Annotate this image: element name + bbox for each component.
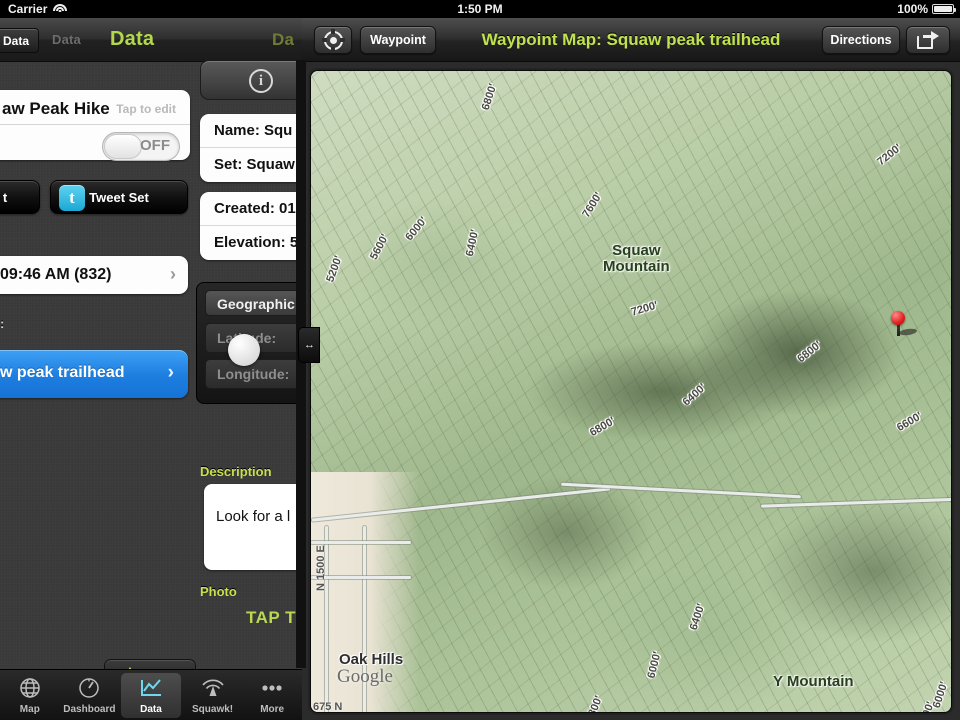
detail-row-name[interactable]: Name: Squ [200, 114, 306, 148]
toggle-label: OFF [140, 137, 170, 154]
pane-resize-handle[interactable]: ↔ [298, 327, 320, 363]
tab-data[interactable]: Data [121, 673, 181, 718]
google-attribution: Google [337, 666, 393, 687]
description-text: Look for a l [216, 508, 291, 525]
app-root: Carrier 1:50 PM 100% Data Data Data Da a… [0, 0, 960, 720]
session-time-row[interactable]: 09:46 AM (832) › [0, 256, 188, 294]
detail-set-text: Set: Squaw [214, 156, 295, 173]
topographic-map[interactable]: 6800' 7200' 7600' 6000' 5600' 6400' 5200' 7200'… [310, 70, 952, 713]
waypoint-button-label: Waypoint [370, 33, 426, 47]
nav-title-ghost-a: Data [52, 32, 81, 47]
center-on-location-button[interactable] [314, 26, 352, 54]
status-bar-clock: 1:50 PM [457, 2, 503, 16]
set-title-card[interactable]: aw Peak Hike Tap to edit OFF [0, 90, 190, 161]
directions-button-label: Directions [830, 33, 892, 47]
bottom-tab-bar: Map Dashboard Data Squawk! More [0, 669, 302, 720]
map-place-label: Y Mountain [773, 673, 854, 690]
tab-more[interactable]: More [242, 670, 302, 720]
longitude-row[interactable]: Longitude: [205, 359, 306, 389]
left-nav-bar: Data Data Data Da [0, 18, 302, 62]
crosshair-target-icon [321, 28, 345, 52]
map-pane: Waypoint Waypoint Map: Squaw peak trailh… [302, 18, 960, 720]
ellipsis-icon [258, 676, 286, 702]
touch-indicator [228, 334, 260, 366]
session-time-label: 09:46 AM (832) [0, 266, 112, 283]
detail-row-elevation[interactable]: Elevation: 5 [200, 226, 306, 260]
tweet-set-button[interactable]: t Tweet Set [50, 180, 188, 214]
tab-map-label: Map [19, 704, 40, 715]
map-nav-bar: Waypoint Waypoint Map: Squaw peak trailh… [302, 18, 960, 62]
tab-more-label: More [260, 704, 285, 715]
broadcast-icon [199, 676, 227, 702]
battery-percent-label: 100% [897, 2, 928, 16]
tab-dashboard-label: Dashboard [63, 704, 116, 715]
detail-row-created[interactable]: Created: 01 [200, 192, 306, 226]
share-export-icon [917, 31, 939, 49]
horizontal-resize-icon: ↔ [304, 339, 315, 351]
tab-squawk-label: Squawk! [192, 704, 234, 715]
chevron-right-icon: › [167, 362, 174, 383]
status-bar: Carrier 1:50 PM 100% [0, 0, 960, 18]
partial-action-label: t [2, 189, 8, 205]
waypoint-list-item-selected[interactable]: w peak trailhead › [0, 350, 188, 398]
status-bar-right: 100% [897, 2, 956, 16]
back-button[interactable]: Data [0, 28, 40, 53]
geographic-header: Geographic [205, 290, 306, 316]
group-label: : [0, 316, 5, 331]
longitude-label: Longitude: [217, 366, 290, 382]
detail-elevation-text: Elevation: 5 [214, 234, 299, 251]
nav-title: Data [110, 28, 155, 50]
detail-name-text: Name: Squ [214, 122, 293, 139]
detail-card-meta: Created: 01 Elevation: 5 [200, 192, 306, 260]
line-chart-icon [137, 676, 165, 702]
set-name-label: aw Peak Hike [2, 99, 110, 118]
description-section-label: Description [200, 464, 272, 479]
map-road [311, 541, 411, 544]
detail-card-identity: Name: Squ Set: Squaw [200, 114, 306, 182]
twitter-icon: t [59, 185, 85, 211]
tab-dashboard[interactable]: Dashboard [60, 670, 120, 720]
battery-icon [932, 4, 956, 14]
tab-data-label: Data [140, 704, 162, 715]
chevron-right-icon: › [170, 264, 176, 284]
photo-section-label: Photo [200, 584, 237, 599]
globe-icon [16, 676, 44, 702]
tweet-set-label: Tweet Set [89, 189, 149, 205]
description-text-field[interactable]: Look for a l [204, 484, 306, 570]
detail-created-text: Created: 01 [214, 200, 296, 217]
geographic-header-label: Geographic [217, 296, 295, 312]
share-button[interactable] [906, 26, 950, 54]
set-toggle-switch[interactable]: OFF [102, 132, 180, 161]
info-circle-icon: i [249, 69, 273, 93]
gauge-icon [75, 676, 103, 702]
info-tab-button[interactable]: i [200, 60, 306, 100]
waypoint-list-item-label: w peak trailhead [0, 364, 125, 381]
nav-title-ghost-c: Da [272, 30, 295, 49]
tab-map[interactable]: Map [0, 670, 60, 720]
map-street-label: N 1500 E [315, 545, 327, 591]
detail-row-set[interactable]: Set: Squaw [200, 148, 306, 182]
pane-divider [296, 60, 306, 668]
tab-squawk[interactable]: Squawk! [183, 670, 243, 720]
map-place-label: Squaw Mountain [603, 242, 670, 275]
toggle-knob [104, 134, 142, 159]
tap-to-edit-hint: Tap to edit [116, 102, 176, 116]
map-street-label: 675 N [313, 701, 343, 713]
directions-button[interactable]: Directions [822, 26, 900, 54]
partial-action-button[interactable]: t [0, 180, 40, 214]
waypoint-button[interactable]: Waypoint [360, 26, 436, 54]
map-pin-icon[interactable] [891, 311, 905, 325]
